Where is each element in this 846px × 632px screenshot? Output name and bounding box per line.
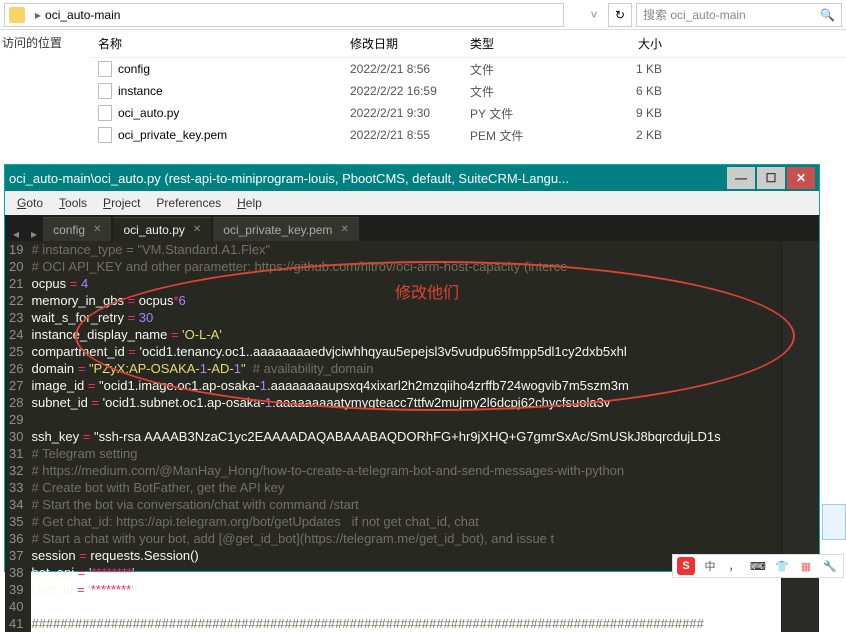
tab-label: oci_auto.py [123,223,184,237]
address-path[interactable]: ▸ oci_auto-main [4,3,564,27]
file-size: 6 KB [590,84,670,98]
file-name: config [118,62,150,76]
dropdown-icon[interactable]: ˅ [582,3,606,27]
file-row[interactable]: oci_private_key.pem 2022/2/21 8:55PEM 文件2… [90,124,846,146]
wrench-icon[interactable]: 🔧 [821,557,839,575]
file-icon [98,61,112,77]
file-icon [98,127,112,143]
file-icon [98,83,112,99]
column-header-name[interactable]: 名称 [90,35,350,52]
tab-label: oci_private_key.pem [223,223,332,237]
file-size: 2 KB [590,128,670,142]
file-row[interactable]: config 2022/2/21 8:56文件1 KB [90,58,846,80]
file-row[interactable]: instance 2022/2/22 16:59文件6 KB [90,80,846,102]
window-title: oci_auto-main\oci_auto.py (rest-api-to-m… [9,171,725,186]
tab-close-icon[interactable]: ✕ [193,224,201,235]
column-header-type[interactable]: 类型 [470,35,590,52]
menu-help[interactable]: Help [231,194,268,212]
file-type: PY 文件 [470,105,590,122]
file-type: 文件 [470,83,590,100]
file-date: 2022/2/21 8:56 [350,62,470,76]
tab-close-icon[interactable]: ✕ [340,224,348,235]
file-size: 1 KB [590,62,670,76]
file-date: 2022/2/21 9:30 [350,106,470,120]
file-date: 2022/2/22 16:59 [350,84,470,98]
menu-preferences[interactable]: Preferences [150,194,227,212]
ime-mode[interactable]: 中 [701,557,719,575]
search-placeholder: 搜索 oci_auto-main [643,6,746,23]
file-size: 9 KB [590,106,670,120]
sogou-icon[interactable]: S [677,557,695,575]
file-type: PEM 文件 [470,127,590,144]
breadcrumb[interactable]: oci_auto-main [45,8,120,22]
sidebar-item[interactable]: 访问的位置 [0,30,90,146]
minimize-button[interactable]: — [727,167,755,189]
tab-label: config [53,223,85,237]
keyboard-icon[interactable]: ⌨ [749,557,767,575]
menu-tools[interactable]: Tools [53,194,93,212]
chevron-right-icon: ▸ [35,8,41,22]
tab-scroll-right-icon[interactable]: ▸ [25,227,43,241]
search-icon: 🔍 [820,8,835,22]
file-name: oci_auto.py [118,106,179,120]
file-row[interactable]: oci_auto.py 2022/2/21 9:30PY 文件9 KB [90,102,846,124]
grid-icon[interactable]: ▦ [797,557,815,575]
punct-icon[interactable]: ， [725,557,743,575]
file-date: 2022/2/21 8:55 [350,128,470,142]
search-input[interactable]: 搜索 oci_auto-main 🔍 [636,3,842,27]
file-icon [98,105,112,121]
file-type: 文件 [470,61,590,78]
editor-tab[interactable]: oci_auto.py ✕ [113,217,211,241]
editor-tab[interactable]: oci_private_key.pem ✕ [213,217,359,241]
close-button[interactable]: ✕ [787,167,815,189]
editor-tab[interactable]: config ✕ [43,217,111,241]
column-header-date[interactable]: 修改日期 [350,35,470,52]
column-header-size[interactable]: 大小 [590,35,670,52]
tab-scroll-left-icon[interactable]: ◂ [7,227,25,241]
file-name: instance [118,84,163,98]
maximize-button[interactable]: ☐ [757,167,785,189]
file-name: oci_private_key.pem [118,128,227,142]
tab-close-icon[interactable]: ✕ [93,224,101,235]
menu-goto[interactable]: Goto [11,194,49,212]
tshirt-icon[interactable]: 👕 [773,557,791,575]
refresh-icon[interactable]: ↻ [608,3,632,27]
ime-tray[interactable]: S 中 ， ⌨ 👕 ▦ 🔧 [672,554,844,578]
folder-icon [9,7,25,23]
desktop-icon[interactable] [822,504,846,540]
menu-project[interactable]: Project [97,194,146,212]
